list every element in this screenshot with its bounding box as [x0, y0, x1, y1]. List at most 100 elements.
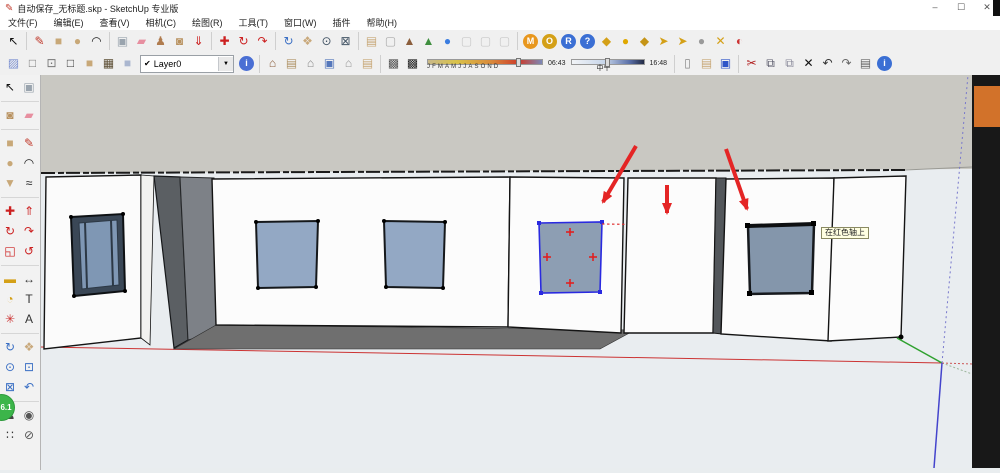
menu-item[interactable]: 帮助(H) — [359, 17, 406, 30]
menu-item[interactable]: 绘图(R) — [184, 17, 231, 30]
line-tool-icon[interactable]: ✎ — [20, 133, 38, 153]
make-component-icon[interactable]: ▣ — [114, 33, 131, 50]
folder-pencil-icon[interactable]: ▤ — [363, 33, 380, 50]
box-disabled-icon[interactable]: ▢ — [496, 33, 513, 50]
paint-bucket-icon[interactable]: ◙ — [171, 33, 188, 50]
orbit-tool-icon[interactable]: ↻ — [1, 337, 19, 357]
google-earth-icon[interactable]: ● — [439, 33, 456, 50]
gold-x-icon[interactable]: ✕ — [712, 33, 729, 50]
pan-tool-icon[interactable]: ❖ — [299, 33, 316, 50]
my-location-icon[interactable]: ◆ — [636, 33, 653, 50]
push-pull-icon[interactable]: ⇓ — [190, 33, 207, 50]
freehand-tool-icon[interactable]: ≈ — [20, 173, 38, 193]
follow-me-icon[interactable]: ↷ — [254, 33, 271, 50]
walk-figure-icon[interactable]: ♟ — [152, 33, 169, 50]
minimize-button[interactable]: – — [922, 0, 948, 16]
arc-tool-icon[interactable]: ◠ — [20, 153, 38, 173]
delete-icon[interactable]: ✕ — [800, 55, 817, 72]
menu-item[interactable]: 窗口(W) — [276, 17, 325, 30]
style-monochrome-icon[interactable]: ■ — [119, 55, 136, 72]
pan-tool-icon[interactable]: ❖ — [20, 337, 38, 357]
menu-item[interactable]: 相机(C) — [138, 17, 185, 30]
polygon-tool-icon[interactable]: ▼ — [1, 173, 19, 193]
paste-icon[interactable]: ⧉ — [781, 55, 798, 72]
zoom-tool-icon[interactable]: ⊙ — [1, 357, 19, 377]
section-plane-icon[interactable]: ⊘ — [20, 425, 38, 445]
previous-view-icon[interactable]: ↶ — [20, 377, 38, 397]
circle-tool-icon[interactable]: ● — [69, 33, 86, 50]
move-tool-icon[interactable]: ✚ — [216, 33, 233, 50]
axes-tool-icon[interactable]: ✳ — [1, 309, 19, 329]
house-white-icon[interactable]: ⌂ — [302, 55, 319, 72]
date-slider-thumb[interactable] — [516, 57, 521, 67]
paint-bucket-icon[interactable]: ◙ — [1, 105, 19, 125]
3d-text-icon[interactable]: A — [20, 309, 38, 329]
menu-item[interactable]: 编辑(E) — [46, 17, 92, 30]
style-xray-icon[interactable]: ▨ — [5, 55, 22, 72]
layer-dropdown-arrow-icon[interactable]: ▼ — [218, 56, 233, 71]
select-tool-icon[interactable]: ↖ — [1, 77, 19, 97]
rectangle-tool-icon[interactable]: ■ — [1, 133, 19, 153]
badge-r-icon[interactable]: R — [561, 33, 576, 49]
walk-tool-icon[interactable]: ∷ — [1, 425, 19, 445]
home-outline-icon[interactable]: ⌂ — [340, 55, 357, 72]
maximize-button[interactable]: ☐ — [948, 0, 974, 16]
style-hidden-line-icon[interactable]: □ — [62, 55, 79, 72]
menu-item[interactable]: 工具(T) — [231, 17, 277, 30]
color-wheel-icon[interactable]: ◐ — [731, 33, 748, 50]
look-around-icon[interactable]: ◉ — [20, 405, 38, 425]
eraser-tool-icon[interactable]: ▰ — [20, 105, 38, 125]
layer-manager-icon[interactable]: i — [239, 56, 254, 71]
gold-sphere-icon[interactable]: ● — [617, 33, 634, 50]
offset-tool-icon[interactable]: ↺ — [20, 241, 38, 261]
style-shaded-textures-icon[interactable]: ▦ — [100, 55, 117, 72]
layer-dropdown[interactable]: ✔ Layer0 ▼ — [140, 54, 234, 73]
shadow-date-slider[interactable]: JFMAMJJASOND — [427, 57, 543, 70]
viewport-canvas[interactable] — [40, 74, 973, 469]
style-shaded-icon[interactable]: ■ — [81, 55, 98, 72]
menu-item[interactable]: 插件 — [325, 17, 359, 30]
tape-measure-icon[interactable]: ▬ — [1, 269, 19, 289]
eraser-tool-icon[interactable]: ▰ — [133, 33, 150, 50]
select-tool-icon[interactable]: ↖ — [5, 33, 22, 50]
dimension-tool-icon[interactable]: ↔ — [20, 269, 38, 289]
info-badge-icon[interactable]: i — [877, 56, 893, 71]
badge-m-icon[interactable]: M — [523, 33, 538, 49]
print-icon[interactable]: ▤ — [857, 55, 874, 72]
redo-icon[interactable]: ↷ — [838, 55, 855, 72]
selected-window[interactable] — [537, 220, 604, 295]
paper-sheet-icon[interactable]: ▢ — [382, 33, 399, 50]
zoom-tool-icon[interactable]: ⊙ — [318, 33, 335, 50]
photo-textures-disabled-icon[interactable]: ▢ — [458, 33, 475, 50]
zoom-extents-icon[interactable]: ⊠ — [337, 33, 354, 50]
menu-item[interactable]: 查看(V) — [92, 17, 138, 30]
push-pull-icon[interactable]: ⇑ — [20, 201, 38, 221]
time-slider-thumb[interactable] — [604, 57, 610, 67]
new-document-icon[interactable]: ▯ — [679, 55, 696, 72]
house-colored-icon[interactable]: ⌂ — [264, 55, 281, 72]
rotate-tool-icon[interactable]: ↻ — [1, 221, 19, 241]
open-folder-icon[interactable]: ▤ — [698, 55, 715, 72]
move-tool-icon[interactable]: ✚ — [1, 201, 19, 221]
gold-cursor-1-icon[interactable]: ➤ — [655, 33, 672, 50]
style-back-edges-icon[interactable]: ⊡ — [43, 55, 60, 72]
copy-icon[interactable]: ⧉ — [762, 55, 779, 72]
zoom-window-icon[interactable]: ⊡ — [20, 357, 38, 377]
save-file-icon[interactable]: ▣ — [717, 55, 734, 72]
gold-cursor-2-icon[interactable]: ➤ — [674, 33, 691, 50]
save-model-icon[interactable]: ▣ — [321, 55, 338, 72]
arc-tool-icon[interactable]: ◠ — [88, 33, 105, 50]
shadow-time-slider[interactable]: 中午 — [570, 57, 645, 72]
rectangle-tool-icon[interactable]: ■ — [50, 33, 67, 50]
make-component-icon[interactable]: ▣ — [20, 77, 38, 97]
follow-me-icon[interactable]: ↷ — [20, 221, 38, 241]
badge-help-icon[interactable]: ? — [580, 33, 595, 49]
style-wireframe-icon[interactable]: □ — [24, 55, 41, 72]
text-tool-icon[interactable]: T — [20, 289, 38, 309]
gold-tag-icon[interactable]: ◆ — [598, 33, 615, 50]
circle-tool-icon[interactable]: ● — [1, 153, 19, 173]
gray-sphere-icon[interactable]: ● — [693, 33, 710, 50]
line-tool-icon[interactable]: ✎ — [31, 33, 48, 50]
rotate-tool-icon[interactable]: ↻ — [235, 33, 252, 50]
tan-box-icon[interactable]: ▤ — [359, 55, 376, 72]
